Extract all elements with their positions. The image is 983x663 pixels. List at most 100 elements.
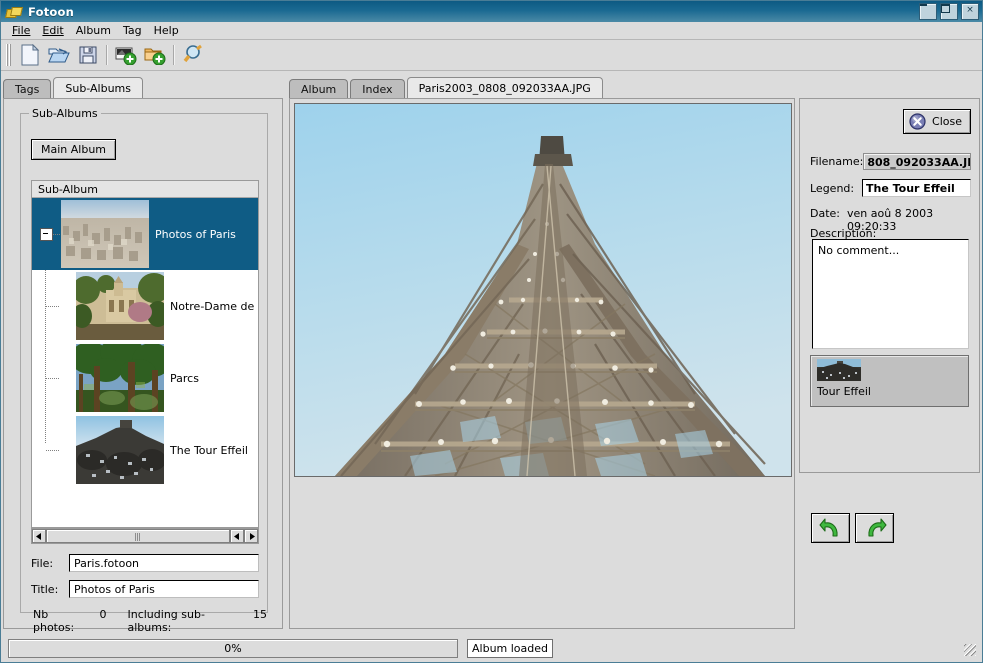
chevron-left-icon bbox=[233, 532, 239, 540]
new-album-button[interactable] bbox=[15, 41, 44, 69]
tree-expander-icon[interactable] bbox=[40, 228, 53, 241]
tree-guide-h0 bbox=[53, 234, 61, 235]
legend-input[interactable]: The Tour Effeil bbox=[862, 179, 971, 197]
sub-albums-group: Sub-Albums Main Album Sub-Album Photos o… bbox=[20, 107, 268, 634]
add-photo-button[interactable] bbox=[111, 41, 140, 69]
left-tabstrip: Tags Sub-Albums bbox=[3, 77, 283, 99]
save-album-button[interactable] bbox=[73, 41, 102, 69]
menu-edit[interactable]: Edit bbox=[39, 23, 72, 39]
tree-body: Photos of Paris Notre-Dame de Parcs The … bbox=[32, 198, 258, 527]
close-photo-button[interactable]: Close bbox=[903, 109, 971, 134]
main-album-button[interactable]: Main Album bbox=[31, 139, 117, 160]
center-tabstrip: Album Index Paris2003_0808_092033AA.JPG bbox=[289, 77, 795, 99]
scroll-left-arrow[interactable] bbox=[32, 529, 46, 543]
tab-album[interactable]: Album bbox=[289, 79, 349, 99]
tab-sub-albums[interactable]: Sub-Albums bbox=[53, 77, 144, 99]
window-title: Fotoon bbox=[28, 4, 74, 19]
tree-horizontal-scrollbar[interactable] bbox=[31, 528, 259, 544]
file-input[interactable]: Paris.fotoon bbox=[69, 554, 259, 572]
title-input[interactable]: Photos of Paris bbox=[69, 580, 259, 598]
progress-bar: 0% bbox=[8, 638, 458, 658]
chevron-right-icon bbox=[249, 532, 255, 540]
photo-details-panel: Close Filename: 808_092033AA.JPG Legend:… bbox=[799, 98, 980, 543]
new-document-icon bbox=[21, 44, 39, 66]
rotate-left-button[interactable] bbox=[811, 513, 850, 543]
tab-tags[interactable]: Tags bbox=[3, 79, 52, 99]
nb-photos-value: 0 bbox=[99, 608, 107, 621]
eiffel-tag-thumb bbox=[817, 359, 861, 381]
search-button[interactable] bbox=[178, 41, 207, 69]
magnifier-icon bbox=[183, 44, 202, 63]
fotoon-window: Fotoon × File Edit Album Tag Help Tags S… bbox=[0, 0, 983, 663]
menu-help[interactable]: Help bbox=[151, 23, 188, 39]
tag-thumbnail bbox=[817, 359, 861, 381]
tree-column-header: Sub-Album bbox=[32, 181, 258, 198]
scrollbar-track[interactable] bbox=[46, 529, 230, 543]
including-subalbums-value: 15 bbox=[253, 608, 267, 621]
toolbar-separator-1 bbox=[106, 45, 107, 65]
rotate-right-button[interactable] bbox=[855, 513, 894, 543]
tree-item-label: Photos of Paris bbox=[155, 227, 236, 241]
close-x-icon: × bbox=[966, 5, 974, 15]
toolbar-separator-2 bbox=[173, 45, 174, 65]
open-album-button[interactable] bbox=[44, 41, 73, 69]
menu-tag-label: Tag bbox=[123, 23, 142, 37]
group-title: Sub-Albums bbox=[29, 107, 101, 120]
tree-item-tour-effeil[interactable]: The Tour Effeil bbox=[32, 414, 258, 486]
resize-grip[interactable] bbox=[964, 644, 976, 656]
close-circle-icon bbox=[909, 113, 926, 130]
maximize-button[interactable] bbox=[940, 3, 958, 20]
add-folder-icon bbox=[144, 48, 165, 65]
paris-cityscape-thumb bbox=[61, 200, 149, 268]
tree-guide-h3 bbox=[46, 450, 60, 451]
menu-album[interactable]: Album bbox=[73, 23, 120, 39]
counts-row: Nb photos: 0 Including sub-albums: 15 bbox=[33, 608, 267, 634]
minimize-button[interactable] bbox=[919, 3, 937, 20]
floppy-save-icon bbox=[79, 46, 96, 64]
close-window-button[interactable]: × bbox=[961, 3, 979, 20]
app-photos-icon bbox=[5, 5, 23, 19]
tree-thumbnail bbox=[76, 344, 164, 412]
tree-item-label: The Tour Effeil bbox=[170, 443, 248, 457]
tag-name: Tour Effeil bbox=[817, 385, 871, 398]
title-row: Title: Photos of Paris bbox=[31, 580, 259, 598]
tree-item-label: Notre-Dame de Paris bbox=[170, 299, 258, 313]
title-bar: Fotoon × bbox=[1, 1, 982, 22]
tree-item-parcs[interactable]: Parcs bbox=[32, 342, 258, 414]
menu-tag[interactable]: Tag bbox=[120, 23, 151, 39]
tag-box[interactable]: Tour Effeil bbox=[810, 355, 969, 407]
filename-row: Filename: 808_092033AA.JPG bbox=[810, 153, 971, 170]
scroll-left-arrow-2[interactable] bbox=[230, 529, 244, 543]
legend-row: Legend: The Tour Effeil bbox=[810, 179, 971, 197]
description-textarea[interactable]: No comment... bbox=[812, 239, 969, 349]
status-bar: 0% Album loaded bbox=[3, 636, 980, 660]
file-row: File: Paris.fotoon bbox=[31, 554, 259, 572]
tree-thumbnail bbox=[76, 272, 164, 340]
menu-file[interactable]: File bbox=[9, 23, 39, 39]
tree-item-label: Parcs bbox=[170, 371, 199, 385]
scrollbar-thumb[interactable] bbox=[46, 529, 230, 543]
tree-item-photos-of-paris[interactable]: Photos of Paris bbox=[32, 198, 258, 270]
left-panel: Tags Sub-Albums Sub-Albums Main Album Su… bbox=[3, 77, 283, 634]
filename-value: 808_092033AA.JPG bbox=[863, 153, 971, 170]
tree-guide-h1 bbox=[46, 306, 60, 307]
tree-item-notre-dame[interactable]: Notre-Dame de Paris bbox=[32, 270, 258, 342]
tool-bar bbox=[1, 40, 982, 71]
menu-album-label: Album bbox=[75, 23, 111, 37]
toolbar-grip[interactable] bbox=[6, 44, 11, 66]
title-label: Title: bbox=[31, 582, 59, 596]
progress-text: 0% bbox=[224, 641, 242, 655]
tree-thumbnail bbox=[61, 200, 149, 268]
tab-current-photo[interactable]: Paris2003_0808_092033AA.JPG bbox=[406, 77, 603, 99]
scroll-right-arrow[interactable] bbox=[244, 529, 258, 543]
tab-index[interactable]: Index bbox=[350, 79, 405, 99]
rotate-left-icon bbox=[818, 518, 838, 537]
tree-thumbnail bbox=[76, 416, 164, 484]
add-subalbum-button[interactable] bbox=[140, 41, 169, 69]
sub-album-tree: Sub-Album Photos of Paris Notre-Dame de … bbox=[31, 180, 259, 528]
open-folder-icon bbox=[47, 48, 70, 63]
chevron-left-icon bbox=[35, 532, 41, 540]
menu-edit-label: Edit bbox=[42, 23, 64, 37]
including-subalbums-label: Including sub-albums: bbox=[127, 608, 205, 634]
photo-viewer[interactable] bbox=[294, 103, 792, 477]
